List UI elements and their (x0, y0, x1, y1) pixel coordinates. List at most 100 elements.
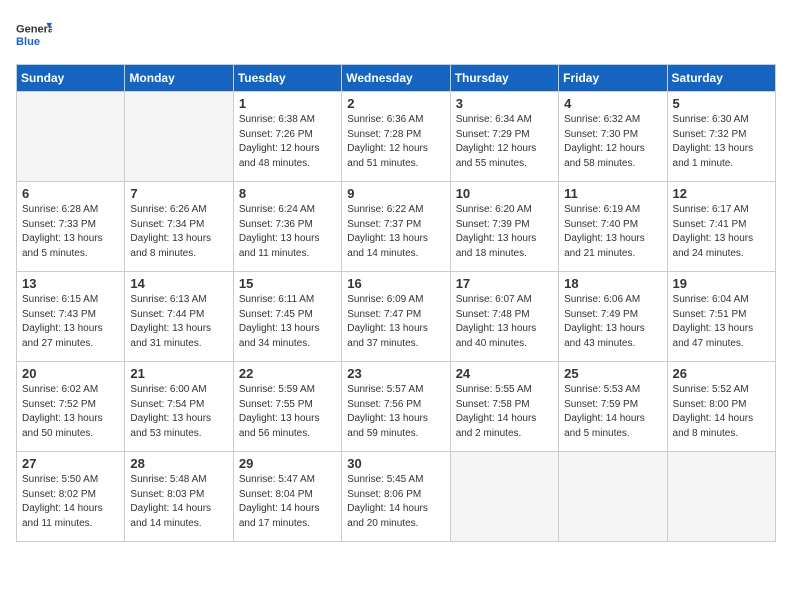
day-number: 1 (239, 96, 336, 111)
day-number: 29 (239, 456, 336, 471)
calendar-week-row: 20Sunrise: 6:02 AM Sunset: 7:52 PM Dayli… (17, 362, 776, 452)
calendar-day-cell: 24 Sunrise: 5:55 AM Sunset: 7:58 PM Dayli… (450, 362, 558, 452)
day-number: 18 (564, 276, 661, 291)
day-info: Sunrise: 6:28 AM Sunset: 7:33 PM Dayligh… (22, 203, 119, 261)
calendar-day-cell: 18Sunrise: 6:06 AM Sunset: 7:49 PM Dayli… (559, 272, 667, 362)
day-number: 9 (347, 186, 444, 201)
calendar-day-cell: 29 Sunrise: 5:47 AM Sunset: 8:04 PM Dayli… (233, 452, 341, 542)
calendar-table: SundayMondayTuesdayWednesdayThursdayFrid… (16, 64, 776, 542)
day-info: Sunrise: 5:53 AM Sunset: 7:59 PM Dayligh… (564, 383, 661, 441)
day-info: Sunrise: 6:13 AM Sunset: 7:44 PM Dayligh… (130, 293, 227, 351)
calendar-day-cell: 17 Sunrise: 6:07 AM Sunset: 7:48 PM Dayli… (450, 272, 558, 362)
day-number: 28 (130, 456, 227, 471)
calendar-day-cell (450, 452, 558, 542)
day-number: 3 (456, 96, 553, 111)
day-number: 22 (239, 366, 336, 381)
day-number: 12 (673, 186, 770, 201)
calendar-week-row: 6 Sunrise: 6:28 AM Sunset: 7:33 PM Daylig… (17, 182, 776, 272)
day-info: Sunrise: 6:34 AM Sunset: 7:29 PM Dayligh… (456, 113, 553, 171)
calendar-day-cell (17, 92, 125, 182)
calendar-day-cell: 3 Sunrise: 6:34 AM Sunset: 7:29 PM Daylig… (450, 92, 558, 182)
day-of-week-header: Saturday (667, 65, 775, 92)
calendar-day-cell: 2 Sunrise: 6:36 AM Sunset: 7:28 PM Daylig… (342, 92, 450, 182)
svg-text:Blue: Blue (16, 36, 40, 48)
calendar-day-cell: 10 Sunrise: 6:20 AM Sunset: 7:39 PM Dayli… (450, 182, 558, 272)
day-number: 26 (673, 366, 770, 381)
day-info: Sunrise: 6:24 AM Sunset: 7:36 PM Dayligh… (239, 203, 336, 261)
day-info: Sunrise: 5:55 AM Sunset: 7:58 PM Dayligh… (456, 383, 553, 441)
day-of-week-header: Sunday (17, 65, 125, 92)
calendar-day-cell: 27 Sunrise: 5:50 AM Sunset: 8:02 PM Dayli… (17, 452, 125, 542)
day-number: 30 (347, 456, 444, 471)
day-number: 6 (22, 186, 119, 201)
day-of-week-header: Monday (125, 65, 233, 92)
day-number: 4 (564, 96, 661, 111)
day-number: 8 (239, 186, 336, 201)
calendar-week-row: 1Sunrise: 6:38 AM Sunset: 7:26 PM Daylig… (17, 92, 776, 182)
day-info: Sunrise: 6:30 AM Sunset: 7:32 PM Dayligh… (673, 113, 770, 171)
day-number: 24 (456, 366, 553, 381)
calendar-day-cell: 16 Sunrise: 6:09 AM Sunset: 7:47 PM Dayli… (342, 272, 450, 362)
day-info: Sunrise: 6:09 AM Sunset: 7:47 PM Dayligh… (347, 293, 444, 351)
day-info: Sunrise: 5:52 AM Sunset: 8:00 PM Dayligh… (673, 383, 770, 441)
calendar-day-cell: 8 Sunrise: 6:24 AM Sunset: 7:36 PM Daylig… (233, 182, 341, 272)
day-number: 10 (456, 186, 553, 201)
calendar-day-cell: 22 Sunrise: 5:59 AM Sunset: 7:55 PM Dayli… (233, 362, 341, 452)
day-info: Sunrise: 6:32 AM Sunset: 7:30 PM Dayligh… (564, 113, 661, 171)
calendar-day-cell: 6 Sunrise: 6:28 AM Sunset: 7:33 PM Daylig… (17, 182, 125, 272)
day-info: Sunrise: 6:07 AM Sunset: 7:48 PM Dayligh… (456, 293, 553, 351)
page-header: GeneralBlue (16, 16, 776, 52)
calendar-day-cell: 26 Sunrise: 5:52 AM Sunset: 8:00 PM Dayli… (667, 362, 775, 452)
day-number: 21 (130, 366, 227, 381)
day-number: 7 (130, 186, 227, 201)
calendar-day-cell: 20Sunrise: 6:02 AM Sunset: 7:52 PM Dayli… (17, 362, 125, 452)
day-info: Sunrise: 5:45 AM Sunset: 8:06 PM Dayligh… (347, 473, 444, 531)
day-info: Sunrise: 6:22 AM Sunset: 7:37 PM Dayligh… (347, 203, 444, 261)
day-number: 23 (347, 366, 444, 381)
calendar-day-cell: 7Sunrise: 6:26 AM Sunset: 7:34 PM Daylig… (125, 182, 233, 272)
calendar-day-cell: 14 Sunrise: 6:13 AM Sunset: 7:44 PM Dayli… (125, 272, 233, 362)
calendar-day-cell (125, 92, 233, 182)
logo: GeneralBlue (16, 16, 56, 52)
calendar-day-cell: 19Sunrise: 6:04 AM Sunset: 7:51 PM Dayli… (667, 272, 775, 362)
day-info: Sunrise: 5:57 AM Sunset: 7:56 PM Dayligh… (347, 383, 444, 441)
calendar-day-cell (559, 452, 667, 542)
day-number: 27 (22, 456, 119, 471)
calendar-day-cell (667, 452, 775, 542)
day-info: Sunrise: 6:19 AM Sunset: 7:40 PM Dayligh… (564, 203, 661, 261)
day-number: 17 (456, 276, 553, 291)
calendar-day-cell: 25 Sunrise: 5:53 AM Sunset: 7:59 PM Dayli… (559, 362, 667, 452)
day-info: Sunrise: 5:59 AM Sunset: 7:55 PM Dayligh… (239, 383, 336, 441)
day-info: Sunrise: 6:00 AM Sunset: 7:54 PM Dayligh… (130, 383, 227, 441)
day-number: 25 (564, 366, 661, 381)
day-info: Sunrise: 6:15 AM Sunset: 7:43 PM Dayligh… (22, 293, 119, 351)
day-info: Sunrise: 6:20 AM Sunset: 7:39 PM Dayligh… (456, 203, 553, 261)
calendar-day-cell: 11Sunrise: 6:19 AM Sunset: 7:40 PM Dayli… (559, 182, 667, 272)
logo-icon: GeneralBlue (16, 16, 52, 52)
calendar-day-cell: 4 Sunrise: 6:32 AM Sunset: 7:30 PM Daylig… (559, 92, 667, 182)
day-number: 2 (347, 96, 444, 111)
day-of-week-header: Thursday (450, 65, 558, 92)
calendar-week-row: 27 Sunrise: 5:50 AM Sunset: 8:02 PM Dayli… (17, 452, 776, 542)
day-info: Sunrise: 6:36 AM Sunset: 7:28 PM Dayligh… (347, 113, 444, 171)
day-of-week-header: Wednesday (342, 65, 450, 92)
calendar-day-cell: 1Sunrise: 6:38 AM Sunset: 7:26 PM Daylig… (233, 92, 341, 182)
day-number: 16 (347, 276, 444, 291)
calendar-day-cell: 15Sunrise: 6:11 AM Sunset: 7:45 PM Dayli… (233, 272, 341, 362)
day-number: 5 (673, 96, 770, 111)
calendar-day-cell: 13Sunrise: 6:15 AM Sunset: 7:43 PM Dayli… (17, 272, 125, 362)
calendar-day-cell: 12 Sunrise: 6:17 AM Sunset: 7:41 PM Dayli… (667, 182, 775, 272)
day-of-week-header: Tuesday (233, 65, 341, 92)
calendar-day-cell: 21 Sunrise: 6:00 AM Sunset: 7:54 PM Dayli… (125, 362, 233, 452)
day-info: Sunrise: 5:50 AM Sunset: 8:02 PM Dayligh… (22, 473, 119, 531)
day-info: Sunrise: 6:17 AM Sunset: 7:41 PM Dayligh… (673, 203, 770, 261)
calendar-day-cell: 5 Sunrise: 6:30 AM Sunset: 7:32 PM Daylig… (667, 92, 775, 182)
day-number: 14 (130, 276, 227, 291)
day-info: Sunrise: 5:48 AM Sunset: 8:03 PM Dayligh… (130, 473, 227, 531)
calendar-week-row: 13Sunrise: 6:15 AM Sunset: 7:43 PM Dayli… (17, 272, 776, 362)
day-info: Sunrise: 6:11 AM Sunset: 7:45 PM Dayligh… (239, 293, 336, 351)
calendar-day-cell: 23 Sunrise: 5:57 AM Sunset: 7:56 PM Dayli… (342, 362, 450, 452)
day-info: Sunrise: 6:04 AM Sunset: 7:51 PM Dayligh… (673, 293, 770, 351)
day-info: Sunrise: 5:47 AM Sunset: 8:04 PM Dayligh… (239, 473, 336, 531)
day-of-week-header: Friday (559, 65, 667, 92)
